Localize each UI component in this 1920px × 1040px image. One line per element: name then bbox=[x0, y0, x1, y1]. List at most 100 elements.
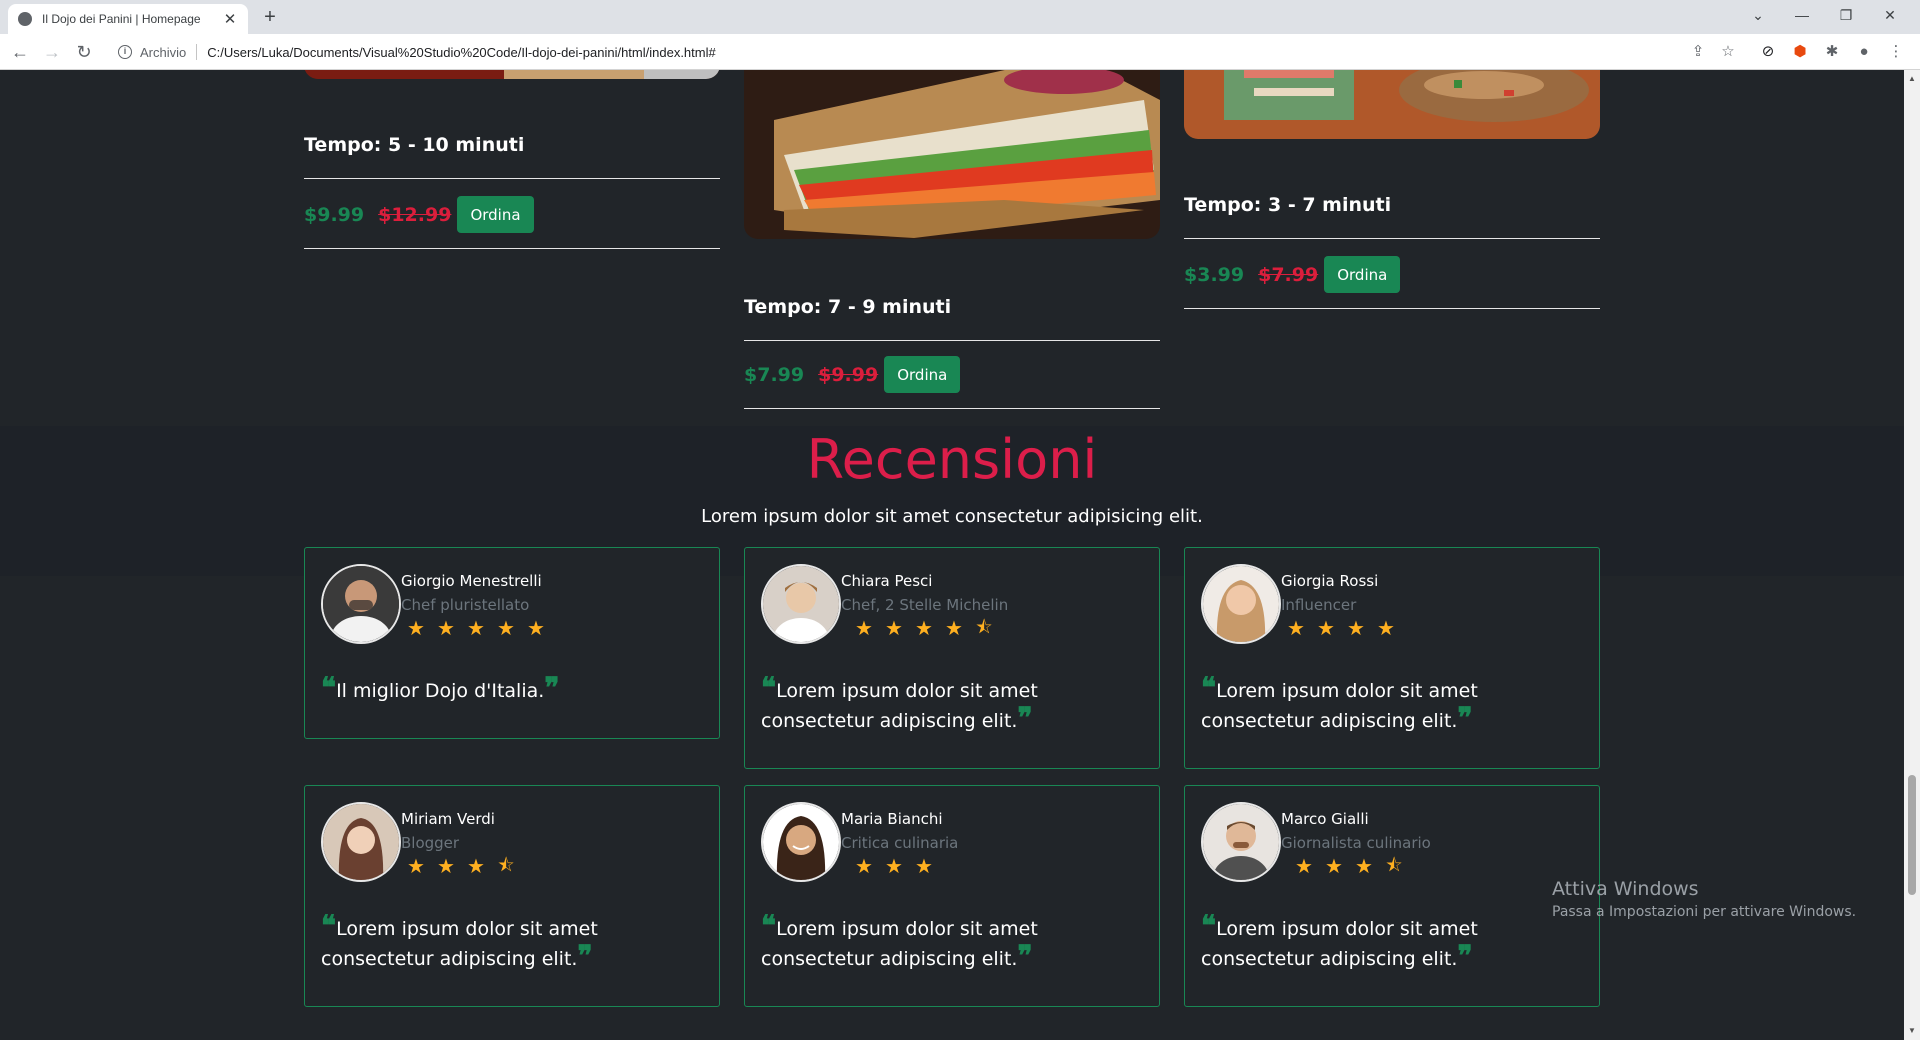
shield-extension-icon[interactable]: ⬢ bbox=[1790, 42, 1810, 62]
prep-time: Tempo: 5 - 10 minuti bbox=[304, 134, 525, 156]
order-button[interactable]: Ordina bbox=[457, 196, 534, 233]
share-icon[interactable]: ⇪ bbox=[1688, 42, 1708, 62]
star-icon: ★ bbox=[1325, 854, 1343, 878]
review-quote: ❝Lorem ipsum dolor sit amet consectetur … bbox=[1201, 671, 1478, 734]
price-row: $7.99 $9.99 Ordina bbox=[744, 356, 961, 393]
review-card: Giorgio Menestrelli Chef pluristellato ★… bbox=[304, 547, 720, 739]
reviewer-role: Influencer bbox=[1281, 596, 1357, 614]
old-price: $7.99 bbox=[1258, 263, 1319, 286]
open-quote-icon: ❝ bbox=[1201, 909, 1217, 942]
scroll-down-icon[interactable]: ▼ bbox=[1907, 1026, 1917, 1035]
close-quote-icon: ❞ bbox=[1017, 701, 1033, 734]
review-card: Maria Bianchi Critica culinaria ★ ★ ★ ❝Lor… bbox=[744, 785, 1160, 1007]
close-quote-icon: ❞ bbox=[577, 939, 593, 972]
food-image bbox=[1184, 70, 1600, 139]
tab-title: Il Dojo dei Panini | Homepage bbox=[42, 12, 201, 26]
star-icon: ★ bbox=[1317, 616, 1335, 640]
block-extension-icon[interactable]: ⊘ bbox=[1758, 42, 1778, 62]
price: $3.99 bbox=[1184, 263, 1245, 286]
tab-bar: Il Dojo dei Panini | Homepage ✕ + ⌄ — ❐ … bbox=[0, 0, 1920, 34]
avatar bbox=[761, 564, 841, 644]
reviewer-name: Marco Gialli bbox=[1281, 810, 1369, 828]
menu-card: Tempo: 7 - 9 minuti $7.99 $9.99 Ordina bbox=[744, 70, 1160, 410]
open-quote-icon: ❝ bbox=[761, 671, 777, 704]
page-scrollbar[interactable]: ▲ ▼ bbox=[1904, 70, 1920, 1040]
rating-stars: ★ ★ ★ ★ ⯪ bbox=[849, 617, 999, 639]
profile-icon[interactable]: ● bbox=[1854, 42, 1874, 62]
star-icon: ★ bbox=[407, 854, 425, 878]
close-tab-icon[interactable]: ✕ bbox=[222, 10, 238, 28]
star-icon: ★ bbox=[437, 854, 455, 878]
rating-stars: ★ ★ ★ ⯪ bbox=[1289, 855, 1409, 877]
star-icon: ★ bbox=[1355, 854, 1373, 878]
scroll-up-icon[interactable]: ▲ bbox=[1907, 74, 1917, 83]
reload-icon[interactable]: ↻ bbox=[72, 40, 96, 64]
price: $7.99 bbox=[744, 363, 805, 386]
review-quote: ❝Lorem ipsum dolor sit amet consectetur … bbox=[761, 671, 1038, 734]
star-icon: ★ bbox=[945, 616, 963, 640]
star-icon: ★ bbox=[855, 854, 873, 878]
reviewer-name: Giorgia Rossi bbox=[1281, 572, 1379, 590]
star-icon: ★ bbox=[437, 616, 455, 640]
extensions-puzzle-icon[interactable]: ✱ bbox=[1822, 42, 1842, 62]
tab-search-icon[interactable]: ⌄ bbox=[1736, 0, 1780, 30]
open-quote-icon: ❝ bbox=[321, 909, 337, 942]
review-quote: ❝Lorem ipsum dolor sit amet consectetur … bbox=[321, 909, 598, 972]
star-icon: ★ bbox=[915, 616, 933, 640]
star-icon: ★ bbox=[527, 616, 545, 640]
divider bbox=[304, 248, 720, 249]
restore-button[interactable]: ❐ bbox=[1824, 0, 1868, 30]
star-icon: ★ bbox=[1287, 616, 1305, 640]
old-price: $12.99 bbox=[378, 203, 452, 226]
reviewer-role: Chef, 2 Stelle Michelin bbox=[841, 596, 1009, 614]
price: $9.99 bbox=[304, 203, 365, 226]
rating-stars: ★ ★ ★ ★ ★ bbox=[401, 617, 551, 639]
reviewer-name: Giorgio Menestrelli bbox=[401, 572, 542, 590]
reviewer-name: Maria Bianchi bbox=[841, 810, 943, 828]
bookmark-star-icon[interactable]: ☆ bbox=[1718, 42, 1738, 62]
review-card: Miriam Verdi Blogger ★ ★ ★ ⯪ ❝Lorem ipsum d… bbox=[304, 785, 720, 1007]
back-icon[interactable]: ← bbox=[8, 40, 32, 64]
star-icon: ★ bbox=[1377, 616, 1395, 640]
windows-activation-title: Attiva Windows bbox=[1552, 878, 1699, 900]
close-quote-icon: ❞ bbox=[544, 671, 560, 704]
avatar bbox=[1201, 564, 1281, 644]
rating-stars: ★ ★ ★ ★ bbox=[1281, 617, 1401, 639]
info-icon[interactable]: i bbox=[118, 45, 132, 59]
address-bar[interactable]: i Archivio C:/Users/Luka/Documents/Visua… bbox=[110, 38, 1720, 66]
menu-card: Tempo: 5 - 10 minuti $9.99 $12.99 Ordina bbox=[304, 70, 720, 330]
order-button[interactable]: Ordina bbox=[884, 356, 961, 393]
reviews-title: Recensioni bbox=[806, 428, 1098, 491]
forward-icon[interactable]: → bbox=[40, 40, 64, 64]
divider bbox=[1184, 238, 1600, 239]
order-button[interactable]: Ordina bbox=[1324, 256, 1401, 293]
reviewer-name: Chiara Pesci bbox=[841, 572, 933, 590]
browser-toolbar: ← → ↻ i Archivio C:/Users/Luka/Documents… bbox=[0, 34, 1920, 70]
half-star-icon: ⯪ bbox=[497, 855, 515, 876]
avatar bbox=[321, 564, 401, 644]
close-window-button[interactable]: ✕ bbox=[1868, 0, 1912, 30]
star-icon: ★ bbox=[1347, 616, 1365, 640]
price-row: $3.99 $7.99 Ordina bbox=[1184, 256, 1401, 293]
review-quote: ❝Il miglior Dojo d'Italia.❞ bbox=[321, 671, 560, 704]
reviewer-role: Critica culinaria bbox=[841, 834, 959, 852]
menu-kebab-icon[interactable]: ⋮ bbox=[1886, 42, 1906, 62]
browser-tab[interactable]: Il Dojo dei Panini | Homepage ✕ bbox=[8, 4, 248, 34]
minimize-button[interactable]: — bbox=[1780, 0, 1824, 30]
old-price: $9.99 bbox=[818, 363, 879, 386]
star-icon: ★ bbox=[467, 616, 485, 640]
half-star-icon: ⯪ bbox=[975, 617, 993, 638]
close-quote-icon: ❞ bbox=[1017, 939, 1033, 972]
url-text[interactable]: C:/Users/Luka/Documents/Visual%20Studio%… bbox=[207, 45, 715, 60]
divider bbox=[744, 408, 1160, 409]
prep-time: Tempo: 7 - 9 minuti bbox=[744, 296, 952, 318]
review-card: Marco Gialli Giornalista culinario ★ ★ ★ ⯪ … bbox=[1184, 785, 1600, 1007]
scrollbar-thumb[interactable] bbox=[1908, 775, 1916, 895]
new-tab-button[interactable]: + bbox=[258, 5, 282, 29]
star-icon: ★ bbox=[855, 616, 873, 640]
reviewer-role: Giornalista culinario bbox=[1281, 834, 1431, 852]
divider bbox=[1184, 308, 1600, 309]
price-row: $9.99 $12.99 Ordina bbox=[304, 196, 534, 233]
file-scheme-label: Archivio bbox=[140, 44, 187, 60]
reviewer-role: Chef pluristellato bbox=[401, 596, 530, 614]
